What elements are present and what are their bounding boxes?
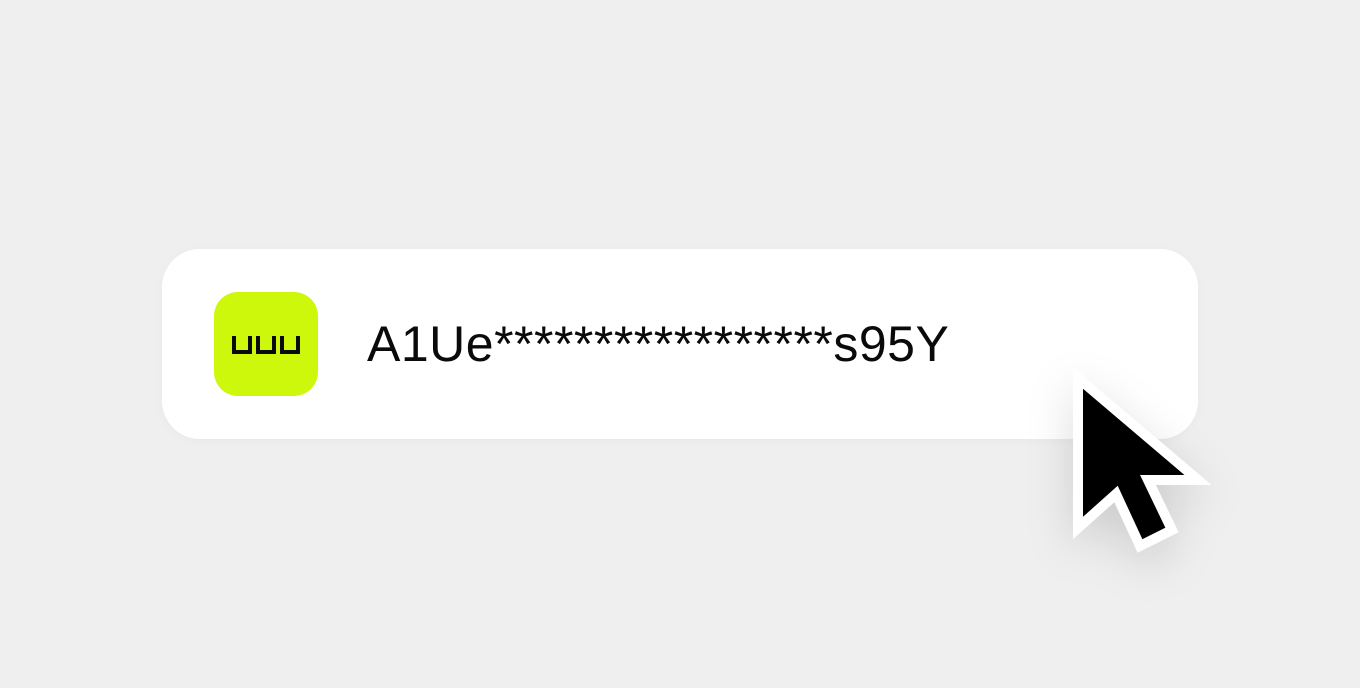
- masked-api-key[interactable]: A1Ue*****************s95Y: [367, 311, 949, 377]
- app-logo: [214, 292, 318, 396]
- api-key-card[interactable]: A1Ue*****************s95Y: [162, 249, 1198, 439]
- uuu-logo-icon: [232, 336, 300, 354]
- arrow-pointer-icon: [1073, 367, 1212, 553]
